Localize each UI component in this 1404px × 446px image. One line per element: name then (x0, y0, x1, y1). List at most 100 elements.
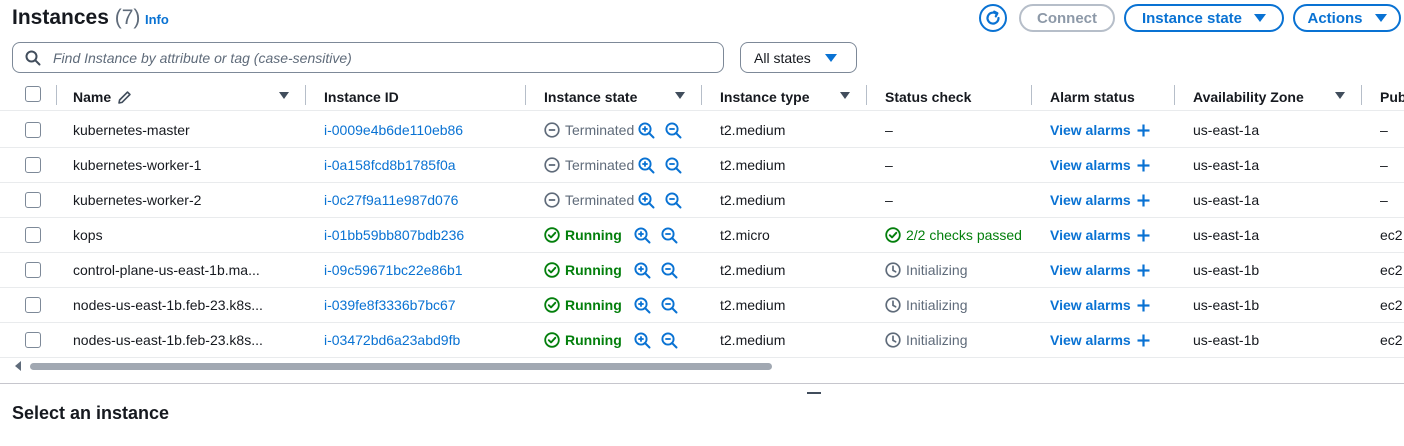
instance-state-text: Running (565, 262, 622, 278)
refresh-button[interactable] (979, 4, 1007, 32)
zoom-out-icon[interactable] (661, 331, 678, 349)
search-input[interactable] (51, 48, 695, 67)
row-checkbox[interactable] (25, 297, 41, 313)
zoom-in-icon[interactable] (638, 121, 655, 139)
column-divider (305, 85, 306, 105)
status-check-text: – (885, 192, 893, 208)
horizontal-scrollbar[interactable] (30, 363, 772, 370)
sort-caret-icon[interactable] (675, 92, 685, 99)
scroll-left-arrow[interactable] (15, 361, 21, 371)
availability-zone: us-east-1a (1193, 227, 1260, 243)
select-all-checkbox[interactable] (25, 86, 41, 102)
instance-type: t2.medium (720, 262, 786, 278)
instance-id-link[interactable]: i-039fe8f3336b7bc67 (324, 295, 456, 315)
zoom-in-icon[interactable] (634, 331, 651, 349)
row-checkbox[interactable] (25, 227, 41, 243)
split-panel-divider (0, 383, 1404, 384)
zoom-out-icon[interactable] (661, 226, 678, 244)
view-alarms-link[interactable]: View alarms (1050, 157, 1131, 173)
column-header-public[interactable]: Pub (1380, 84, 1404, 110)
column-header-status-check[interactable]: Status check (885, 84, 971, 110)
zoom-in-icon[interactable] (634, 296, 651, 314)
zoom-out-icon[interactable] (665, 121, 682, 139)
plus-icon[interactable] (1137, 229, 1150, 242)
availability-zone: us-east-1b (1193, 332, 1260, 348)
instance-state-dropdown[interactable]: Instance state (1124, 4, 1284, 32)
column-header-alarm-status[interactable]: Alarm status (1050, 84, 1135, 110)
refresh-icon (986, 10, 1000, 25)
column-header-instance-type[interactable]: Instance type (720, 84, 809, 110)
instance-state: Running (544, 330, 678, 350)
view-alarms-link[interactable]: View alarms (1050, 227, 1131, 243)
zoom-in-icon[interactable] (638, 191, 655, 209)
instance-state: Running (544, 260, 678, 280)
instance-id-link[interactable]: i-03472bd6a23abd9fb (324, 330, 460, 350)
connect-button[interactable]: Connect (1019, 4, 1115, 32)
view-alarms-link[interactable]: View alarms (1050, 262, 1131, 278)
status-check-text: Initializing (906, 262, 968, 278)
availability-zone: us-east-1b (1193, 297, 1260, 313)
plus-icon[interactable] (1137, 194, 1150, 207)
details-heading: Select an instance (12, 403, 170, 423)
row-checkbox[interactable] (25, 192, 41, 208)
column-availability-zone-label: Availability Zone (1193, 89, 1304, 105)
plus-icon[interactable] (1137, 264, 1150, 277)
plus-icon[interactable] (1137, 299, 1150, 312)
instance-id-link[interactable]: i-0a158fcd8b1785f0a (324, 155, 456, 175)
stopped-icon (544, 192, 560, 208)
alarm-status: View alarms (1050, 225, 1150, 245)
status-check: 2/2 checks passed (885, 225, 1022, 245)
row-checkbox[interactable] (25, 332, 41, 348)
instance-id-link[interactable]: i-01bb59bb807bdb236 (324, 225, 464, 245)
zoom-in-icon[interactable] (634, 261, 651, 279)
view-alarms-link[interactable]: View alarms (1050, 332, 1131, 348)
resize-handle[interactable] (807, 392, 821, 394)
alarm-status: View alarms (1050, 260, 1150, 280)
column-public-label: Pub (1380, 89, 1404, 105)
column-divider (525, 85, 526, 105)
row-divider (0, 217, 1404, 218)
check-circle-icon (544, 297, 560, 313)
instance-type: t2.medium (720, 157, 786, 173)
state-filter-select[interactable]: All states (740, 42, 857, 73)
view-alarms-link[interactable]: View alarms (1050, 192, 1131, 208)
zoom-in-icon[interactable] (638, 156, 655, 174)
zoom-out-icon[interactable] (661, 261, 678, 279)
row-checkbox[interactable] (25, 262, 41, 278)
caret-down-icon (1254, 14, 1267, 22)
instance-state-text: Terminated (565, 122, 635, 138)
column-header-instance-state[interactable]: Instance state (544, 84, 637, 110)
column-header-instance-id[interactable]: Instance ID (324, 84, 399, 110)
column-header-name[interactable]: Name (73, 84, 132, 110)
zoom-out-icon[interactable] (661, 296, 678, 314)
zoom-in-icon[interactable] (634, 226, 651, 244)
sort-caret-icon[interactable] (279, 92, 289, 99)
plus-icon[interactable] (1137, 334, 1150, 347)
availability-zone: us-east-1b (1193, 262, 1260, 278)
instance-id-link[interactable]: i-0c27f9a11e987d076 (324, 190, 458, 210)
row-checkbox[interactable] (25, 122, 41, 138)
sort-caret-icon[interactable] (840, 92, 850, 99)
sort-caret-icon[interactable] (1335, 92, 1345, 99)
info-link[interactable]: Info (145, 12, 169, 27)
instance-id-link[interactable]: i-09c59671bc22e86b1 (324, 260, 463, 280)
zoom-out-icon[interactable] (665, 156, 682, 174)
status-check-text: – (885, 122, 893, 138)
row-divider (0, 322, 1404, 323)
view-alarms-link[interactable]: View alarms (1050, 297, 1131, 313)
instance-id-link[interactable]: i-0009e4b6de110eb86 (324, 120, 463, 140)
row-checkbox[interactable] (25, 157, 41, 173)
column-header-availability-zone[interactable]: Availability Zone (1193, 84, 1304, 110)
plus-icon[interactable] (1137, 124, 1150, 137)
plus-icon[interactable] (1137, 159, 1150, 172)
view-alarms-link[interactable]: View alarms (1050, 122, 1131, 138)
instance-name: nodes-us-east-1b.feb-23.k8s... (73, 297, 263, 313)
search-box[interactable] (12, 42, 724, 73)
column-status-check-label: Status check (885, 89, 972, 105)
public-dns: ec2 (1380, 227, 1403, 243)
search-icon (25, 50, 41, 65)
zoom-out-icon[interactable] (665, 191, 682, 209)
status-check: Initializing (885, 260, 967, 280)
instance-name: nodes-us-east-1b.feb-23.k8s... (73, 332, 263, 348)
actions-dropdown[interactable]: Actions (1293, 4, 1401, 32)
